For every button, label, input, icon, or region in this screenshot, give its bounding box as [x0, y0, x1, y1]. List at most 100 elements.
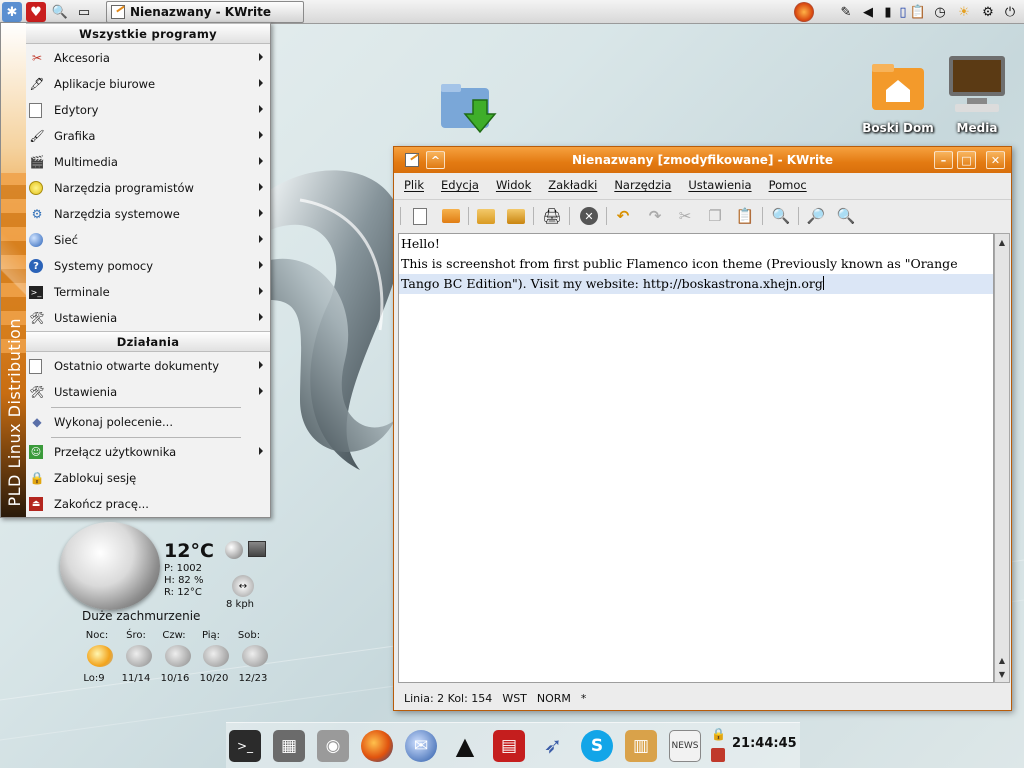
window-shade-button[interactable]: ^ — [426, 151, 445, 169]
scroll-up-icon[interactable]: ▲ — [996, 654, 1008, 666]
news-icon[interactable]: NEWS — [669, 730, 701, 762]
download-folder-icon[interactable] — [437, 80, 501, 143]
rain-cloud-icon — [165, 645, 191, 667]
rain-cloud-icon — [203, 645, 229, 667]
shutdown-icon[interactable]: ⏻ — [1000, 2, 1020, 22]
menu-item-run-command[interactable]: ◆ Wykonaj polecenie... — [26, 409, 270, 435]
kde-icon[interactable]: ⚙ — [978, 2, 998, 22]
editor-current-line: Tango BC Edition"). Visit my website: ht… — [399, 274, 993, 294]
forecast-temps: 11/14 — [121, 673, 151, 684]
window-title: Nienazwany [zmodyfikowane] - KWrite — [572, 153, 833, 167]
kwrite-icon[interactable] — [405, 153, 419, 167]
minimize-button[interactable]: – — [934, 151, 953, 169]
terminal-icon[interactable]: >_ — [229, 730, 261, 762]
settings-icon: 🛠 — [29, 385, 45, 399]
copy-icon[interactable]: ❐ — [704, 205, 726, 227]
firefox-icon[interactable] — [361, 730, 393, 762]
taskbar-kwrite-title: Nienazwany - KWrite — [130, 5, 272, 19]
inkscape-icon[interactable]: ▲ — [449, 730, 481, 762]
office-icon: 🖋 — [29, 77, 45, 91]
redo-icon[interactable]: ↷ — [644, 205, 666, 227]
menu-item-network[interactable]: Sieć — [26, 227, 270, 253]
menu-item-switch-user[interactable]: ☺ Przełącz użytkownika — [26, 439, 270, 465]
menu-item-multimedia[interactable]: 🎬 Multimedia — [26, 149, 270, 175]
desktop-icon-home[interactable]: Boski Dom — [858, 60, 938, 135]
menu-item-terminals[interactable]: >_ Terminale — [26, 279, 270, 305]
window-titlebar[interactable]: ^ Nienazwany [zmodyfikowane] - KWrite – … — [394, 147, 1011, 173]
statusbar: Linia: 2 Kol: 154 WST NORM * — [394, 687, 1011, 709]
new-document-icon[interactable] — [409, 205, 431, 227]
menu-item-recent-documents[interactable]: Ostatnio otwarte dokumenty — [26, 353, 270, 379]
close-window-button[interactable]: ✕ — [986, 151, 1005, 169]
cut-icon[interactable]: ✂ — [674, 205, 696, 227]
calculator-icon[interactable]: ▦ — [273, 730, 305, 762]
menu-item-development[interactable]: Narzędzia programistów — [26, 175, 270, 201]
submenu-arrow-icon — [259, 235, 263, 243]
toolbar-handle — [400, 207, 401, 225]
show-desktop-icon[interactable]: ▭ — [74, 2, 94, 22]
close-icon[interactable]: ✕ — [578, 205, 600, 227]
forecast-day: Sob: — [237, 630, 261, 641]
scroll-down-icon[interactable]: ▼ — [996, 668, 1008, 680]
map-thumbnail-icon — [248, 541, 266, 557]
power-icon[interactable] — [711, 748, 725, 762]
network-icon — [29, 233, 43, 247]
save-icon[interactable] — [475, 205, 497, 227]
menu-item-system-tools[interactable]: ⚙ Narzędzia systemowe — [26, 201, 270, 227]
vertical-scrollbar[interactable]: ▲ ▲ ▼ — [994, 233, 1010, 683]
menu-item-lock-session[interactable]: 🔒 Zablokuj sesję — [26, 465, 270, 491]
print-icon[interactable]: 🖨 — [541, 205, 563, 227]
xine-icon[interactable]: ➶ — [537, 730, 569, 762]
menu-item-office[interactable]: 🖋 Aplikacje biurowe — [26, 71, 270, 97]
search-icon[interactable]: 🔍 — [50, 2, 70, 22]
menu-item-logout[interactable]: ⏏ Zakończ pracę... — [26, 491, 270, 517]
menu-tools[interactable]: Narzędzia — [614, 178, 671, 192]
lock-icon[interactable]: 🔒 — [711, 727, 726, 741]
edit-icon[interactable]: ✎ — [836, 2, 856, 22]
paste-icon[interactable]: 📋 — [734, 205, 756, 227]
firefox-icon[interactable] — [794, 2, 814, 22]
thunderbird-icon[interactable]: ✉ — [405, 730, 437, 762]
find-icon[interactable]: 🔍 — [770, 205, 792, 227]
menu-item-editors[interactable]: Edytory — [26, 97, 270, 123]
maximize-button[interactable]: □ — [957, 151, 976, 169]
selection-mode: NORM — [536, 691, 571, 705]
office-icon[interactable]: ▤ — [493, 730, 525, 762]
open-icon[interactable] — [440, 205, 462, 227]
screenshot-icon[interactable]: ◉ — [317, 730, 349, 762]
desktop-icon-media[interactable]: Media — [937, 54, 1017, 135]
map-icon[interactable]: ▥ — [625, 730, 657, 762]
clock-icon[interactable]: ◷ — [930, 2, 950, 22]
menu-item-accessories[interactable]: ✂ Akcesoria — [26, 45, 270, 71]
menu-help[interactable]: Pomoc — [769, 178, 807, 192]
menu-item-graphics[interactable]: 🖌 Grafika — [26, 123, 270, 149]
text-editor[interactable]: Hello! This is screenshot from first pub… — [398, 233, 994, 683]
menu-edit[interactable]: Edycja — [441, 178, 479, 192]
volume-icon[interactable]: ◀ — [858, 2, 878, 22]
undo-icon[interactable]: ↶ — [612, 205, 634, 227]
menu-view[interactable]: Widok — [496, 178, 531, 192]
menu-file[interactable]: Plik — [404, 178, 424, 192]
menu-settings[interactable]: Ustawienia — [688, 178, 751, 192]
zoom-out-icon[interactable]: 🔍 — [835, 205, 857, 227]
forecast-temps: 12/23 — [238, 673, 268, 684]
kmenu: PLD Linux Distribution Wszystkie program… — [0, 22, 271, 518]
scroll-up-icon[interactable]: ▲ — [996, 236, 1008, 248]
toolbar-separator — [762, 207, 763, 225]
weather-icon[interactable]: ☀ — [954, 2, 974, 22]
menu-item-action-settings[interactable]: 🛠 Ustawienia — [26, 379, 270, 405]
menu-item-label: Ustawienia — [54, 311, 118, 325]
save-as-icon[interactable] — [505, 205, 527, 227]
menu-item-label: Zablokuj sesję — [54, 471, 137, 485]
clipboard-icon[interactable]: 📋 — [908, 2, 928, 22]
menu-item-help[interactable]: ? Systemy pomocy — [26, 253, 270, 279]
favorites-icon[interactable]: ♥ — [26, 2, 46, 22]
menu-item-settings[interactable]: 🛠 Ustawienia — [26, 305, 270, 331]
media-computer-icon — [949, 56, 1005, 112]
menu-bookmarks[interactable]: Zakładki — [548, 178, 597, 192]
rain-cloud-icon — [126, 645, 152, 667]
zoom-in-icon[interactable]: 🔎 — [805, 205, 827, 227]
kmenu-icon[interactable]: ✱ — [2, 2, 22, 22]
taskbar-kwrite-button[interactable]: Nienazwany - KWrite — [106, 1, 304, 23]
skype-icon[interactable]: S — [581, 730, 613, 762]
